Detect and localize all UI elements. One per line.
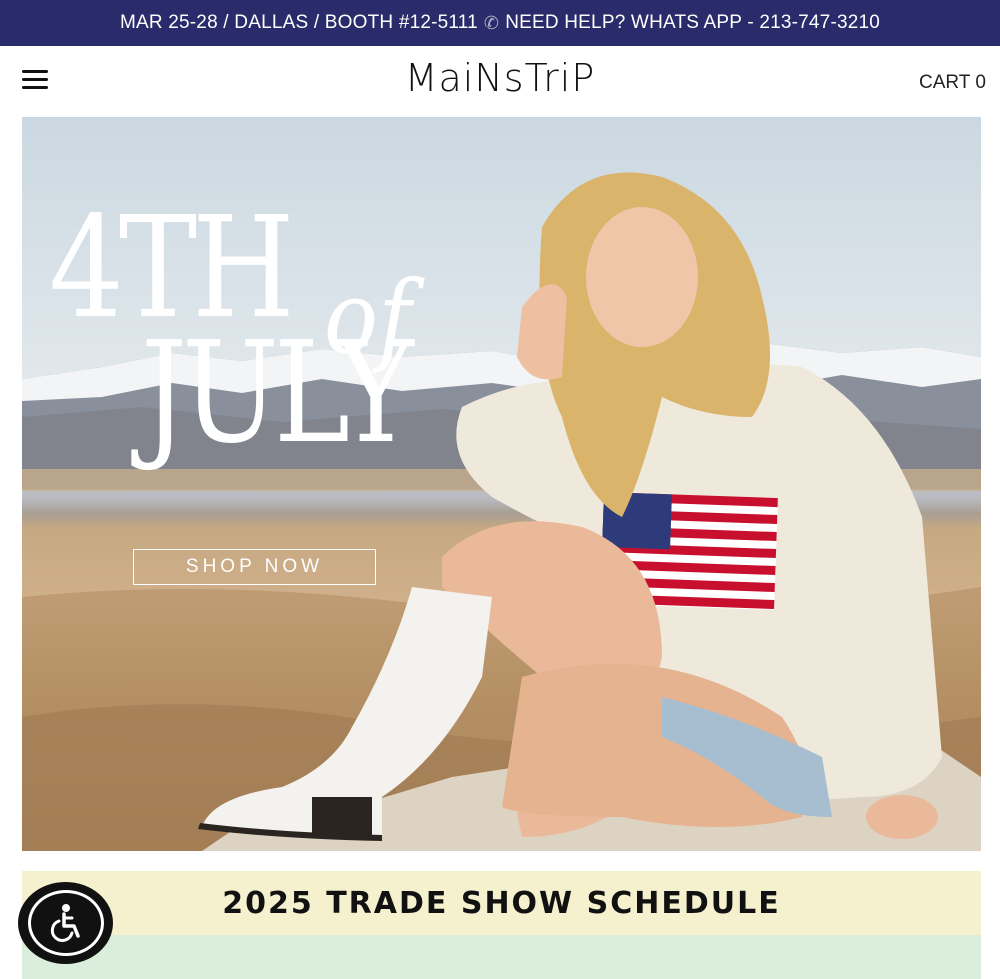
announcement-help-text[interactable]: NEED HELP? WHATS APP - 213-747-3210 — [505, 12, 880, 34]
cart-count: 0 — [975, 72, 986, 93]
cart-link[interactable]: CART 0 — [919, 72, 986, 94]
accessibility-wheelchair-icon — [27, 890, 104, 956]
site-logo[interactable]: MaiNsTriP — [0, 56, 1000, 100]
trade-show-schedule: 2025 TRADE SHOW SCHEDULE — [22, 871, 981, 979]
hero-title-line2: JULY — [141, 312, 414, 475]
schedule-title: 2025 TRADE SHOW SCHEDULE — [222, 885, 781, 921]
schedule-content-bar — [22, 935, 981, 979]
shop-now-button[interactable]: SHOP NOW — [133, 549, 376, 585]
announcement-event-text: MAR 25-28 / DALLAS / BOOTH #12-5111 — [119, 12, 478, 33]
schedule-title-bar: 2025 TRADE SHOW SCHEDULE — [22, 871, 981, 935]
phone-icon: ✆ — [483, 12, 500, 33]
announcement-bar: MAR 25-28 / DALLAS / BOOTH #12-5111 ✆ NE… — [0, 0, 1000, 46]
hero-banner[interactable]: 4TH of JULY SHOP NOW — [22, 117, 981, 851]
accessibility-button[interactable] — [18, 882, 113, 964]
hero-title: 4TH of JULY — [49, 199, 468, 475]
cart-label: CART — [919, 72, 971, 93]
site-header: MaiNsTriP CART 0 — [0, 46, 1000, 117]
